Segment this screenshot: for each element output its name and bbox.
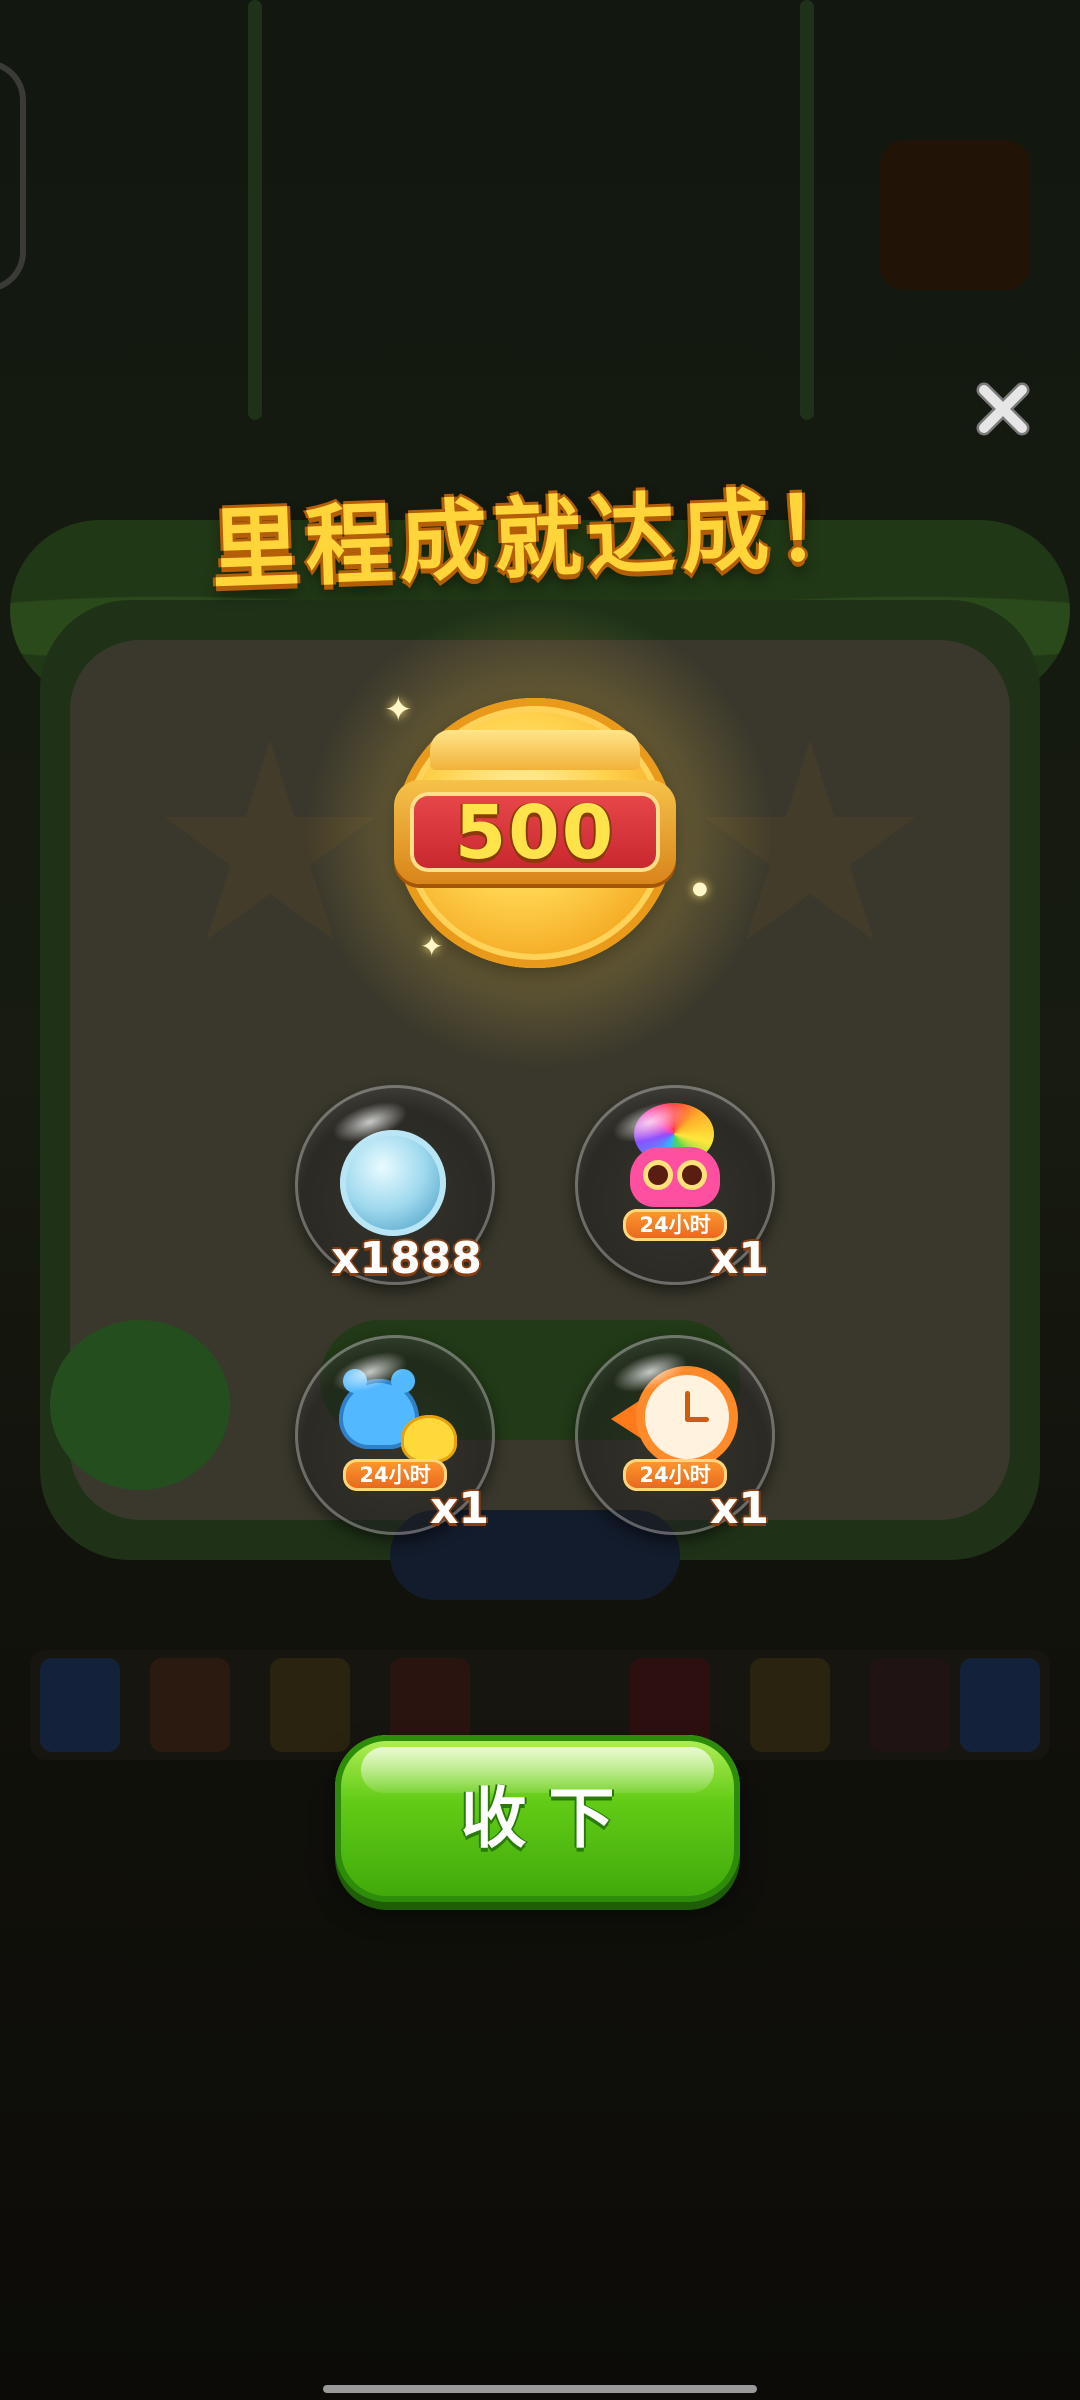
medal-ornament (430, 730, 640, 770)
background-vine (248, 0, 262, 420)
chick-icon (401, 1415, 457, 1463)
background-topbar-box (880, 140, 1030, 290)
dimmed-game-background (0, 0, 1080, 2400)
background-decoration (50, 1320, 230, 1490)
rainbow-owl-icon (630, 1147, 720, 1207)
reward-item-bear-chick: 24小时 x1 (295, 1335, 495, 1535)
reward-item-rainbow-owl: 24小时 x1 (575, 1085, 775, 1285)
time-rewind-clock-icon (645, 1375, 729, 1459)
reward-count: x1888 (331, 1233, 482, 1284)
reward-count: x1 (430, 1483, 489, 1534)
milestone-value: 500 (454, 790, 616, 876)
reward-count: x1 (710, 1483, 769, 1534)
home-indicator[interactable] (323, 2385, 757, 2393)
reward-item-clock: 24小时 x1 (575, 1335, 775, 1535)
close-icon (976, 382, 1030, 436)
reward-item-coins: x1888 (295, 1085, 495, 1285)
collect-button[interactable]: 收下 (335, 1735, 740, 1902)
sparkle-icon: ✦ (420, 930, 444, 963)
sparkle-icon: ● (692, 878, 708, 899)
milestone-popup-screen: 里程成就达成！ 500 ✦ ✦ ● x1888 24小时 x1 24小时 x1 … (0, 0, 1080, 2400)
close-button[interactable] (972, 378, 1034, 440)
rewind-arrow-icon (611, 1397, 645, 1441)
background-vine (800, 0, 814, 420)
background-frame-edge (0, 60, 26, 292)
leaf-coin-icon (340, 1130, 446, 1236)
collect-button-label: 收下 (460, 1780, 637, 1857)
sparkle-icon: ✦ (384, 690, 413, 730)
reward-count: x1 (710, 1233, 769, 1284)
